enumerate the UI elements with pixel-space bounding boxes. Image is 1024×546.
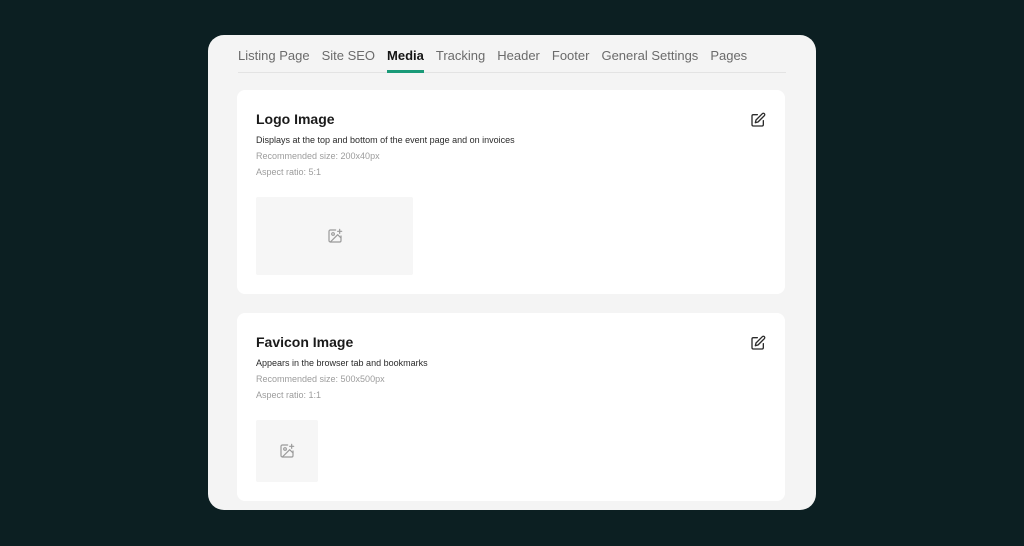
tab-site-seo[interactable]: Site SEO: [322, 48, 375, 72]
favicon-upload-placeholder[interactable]: [256, 420, 318, 482]
favicon-image-title: Favicon Image: [256, 334, 354, 350]
favicon-recommended-size: Recommended size: 500x500px: [256, 374, 385, 384]
tab-general-settings[interactable]: General Settings: [601, 48, 698, 72]
favicon-edit-button[interactable]: [750, 335, 766, 351]
tab-pages[interactable]: Pages: [710, 48, 747, 72]
logo-description: Displays at the top and bottom of the ev…: [256, 135, 515, 145]
tab-footer[interactable]: Footer: [552, 48, 590, 72]
logo-image-title: Logo Image: [256, 111, 335, 127]
tab-listing-page[interactable]: Listing Page: [238, 48, 310, 72]
favicon-description: Appears in the browser tab and bookmarks: [256, 358, 428, 368]
tab-bar: Listing Page Site SEO Media Tracking Hea…: [238, 35, 786, 73]
tab-media[interactable]: Media: [387, 48, 424, 73]
tab-tracking[interactable]: Tracking: [436, 48, 485, 72]
settings-panel: Listing Page Site SEO Media Tracking Hea…: [208, 35, 816, 510]
edit-icon: [751, 335, 766, 350]
tab-header[interactable]: Header: [497, 48, 540, 72]
logo-image-card: Logo Image Displays at the top and botto…: [237, 90, 785, 294]
image-plus-icon: [327, 228, 342, 243]
favicon-image-card: Favicon Image Appears in the browser tab…: [237, 313, 785, 501]
logo-aspect-ratio: Aspect ratio: 5:1: [256, 167, 322, 177]
logo-edit-button[interactable]: [750, 112, 766, 128]
logo-recommended-size: Recommended size: 200x40px: [256, 151, 380, 161]
logo-upload-placeholder[interactable]: [256, 197, 413, 275]
image-plus-icon: [280, 443, 295, 458]
edit-icon: [751, 112, 766, 127]
favicon-aspect-ratio: Aspect ratio: 1:1: [256, 390, 322, 400]
